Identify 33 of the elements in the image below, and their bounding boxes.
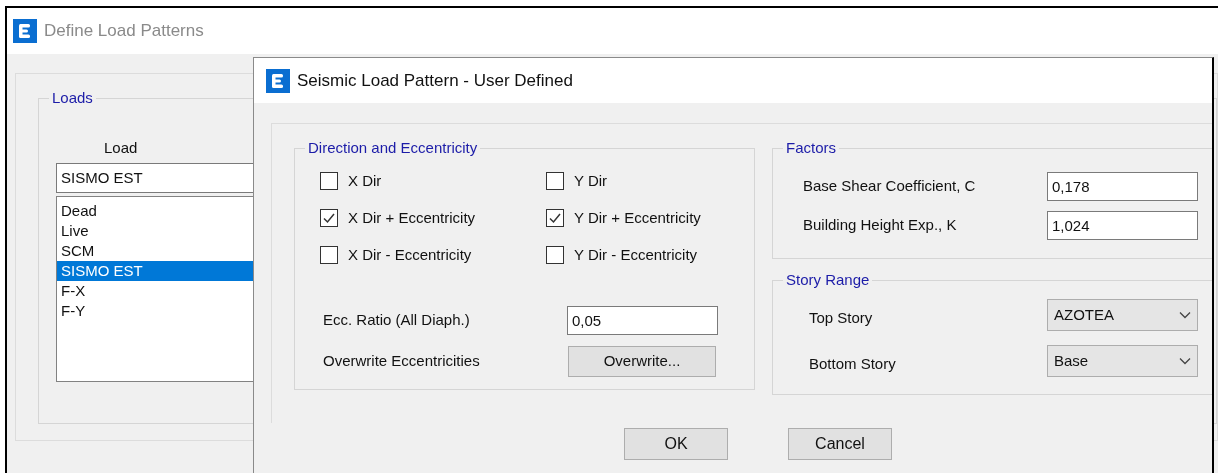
window-title: Define Load Patterns xyxy=(44,20,204,43)
checkbox-label: Y Dir - Eccentricity xyxy=(574,244,698,265)
column-header: Load xyxy=(104,138,138,158)
checkbox-label: X Dir - Eccentricity xyxy=(348,244,472,265)
input-field[interactable]: 0,05 xyxy=(567,306,718,335)
app-icon xyxy=(13,19,37,43)
field-label: Ecc. Ratio (All Diaph.) xyxy=(323,310,471,331)
dialog-button[interactable]: OK xyxy=(624,428,728,460)
field-label: Overwrite Eccentricities xyxy=(323,351,481,372)
checkbox[interactable] xyxy=(546,246,564,264)
app-icon xyxy=(266,68,290,93)
chevron-down-icon xyxy=(1179,357,1191,365)
checkbox-label: Y Dir xyxy=(574,170,608,191)
dialog-button[interactable]: Cancel xyxy=(788,428,892,460)
input-field[interactable]: 1,024 xyxy=(1047,211,1198,240)
checkbox[interactable] xyxy=(320,172,338,190)
dropdown[interactable]: Base xyxy=(1047,345,1198,377)
field-label: Building Height Exp., K xyxy=(803,215,958,236)
field-label: Base Shear Coefficient, C xyxy=(803,176,977,197)
overwrite-button[interactable]: Overwrite... xyxy=(568,346,716,377)
input-field[interactable]: 0,178 xyxy=(1047,172,1198,201)
checkbox-label: X Dir + Eccentricity xyxy=(348,207,476,228)
checkbox[interactable] xyxy=(546,209,564,227)
checkbox[interactable] xyxy=(320,246,338,264)
field-label: Top Story xyxy=(809,307,874,328)
checkbox[interactable] xyxy=(546,172,564,190)
field-label: Bottom Story xyxy=(809,353,897,374)
checkbox-label: X Dir xyxy=(348,170,382,191)
checkbox-label: Y Dir + Eccentricity xyxy=(574,207,701,228)
dropdown[interactable]: AZOTEA xyxy=(1047,299,1198,331)
dialog-title: Seismic Load Pattern - User Defined xyxy=(297,69,573,92)
checkbox[interactable] xyxy=(320,209,338,227)
chevron-down-icon xyxy=(1179,311,1191,319)
